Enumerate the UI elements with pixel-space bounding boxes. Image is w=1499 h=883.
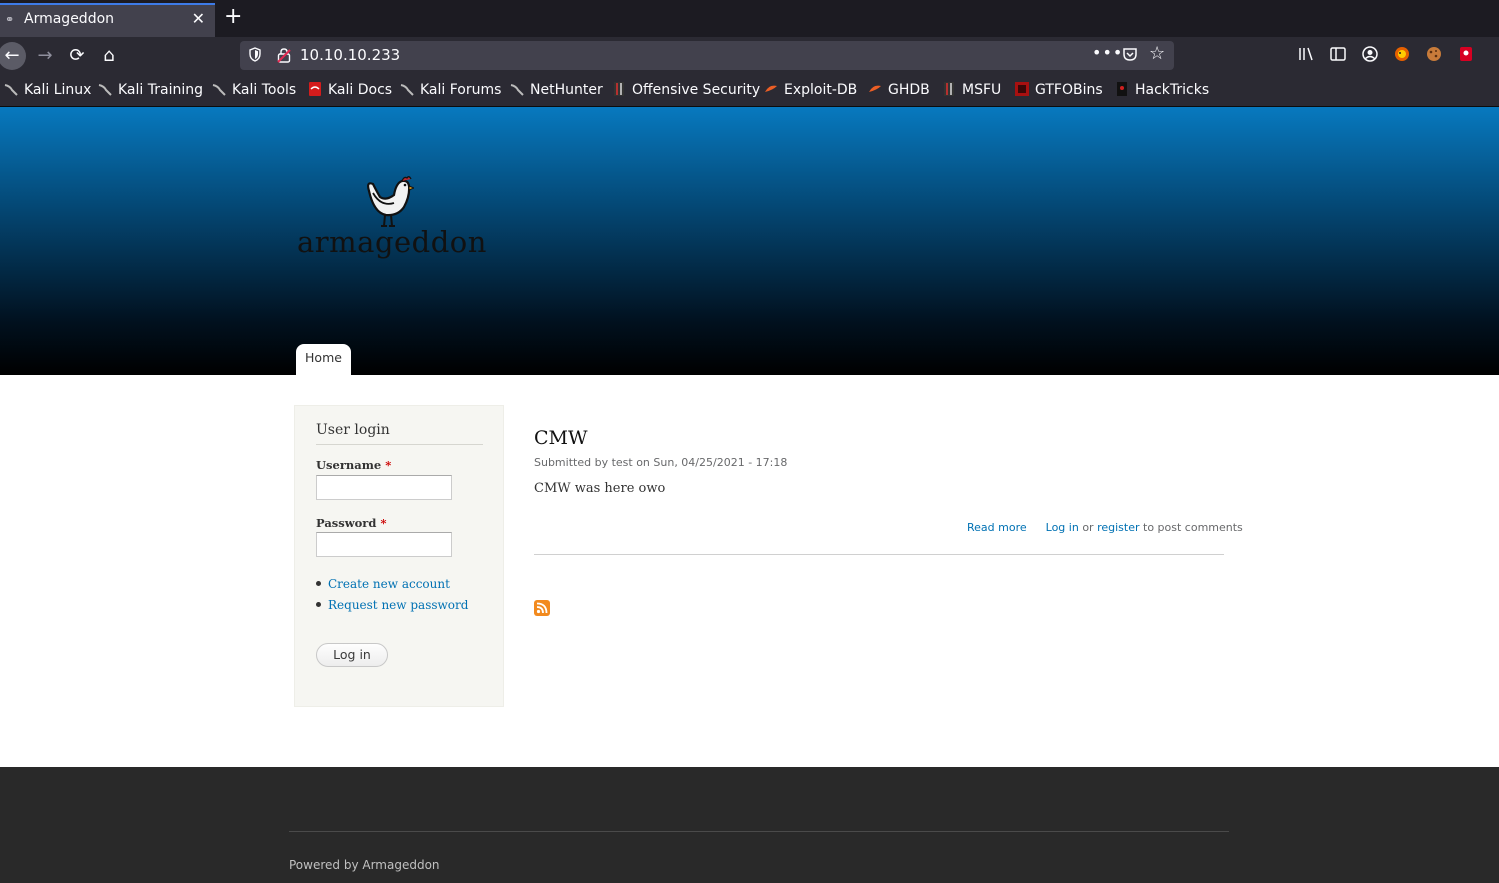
read-more-link[interactable]: Read more [967, 521, 1027, 534]
tab-title: Armageddon [24, 11, 115, 27]
tab-bar: ⚭ Armageddon ✕ + [0, 0, 1499, 37]
bullet [316, 602, 321, 607]
footer-divider [289, 831, 1229, 832]
back-icon[interactable]: ← [0, 42, 26, 70]
page-actions-icon[interactable]: ••• [1092, 43, 1123, 62]
request-password-link[interactable]: Request new password [316, 598, 468, 619]
site-logo[interactable]: armageddon [296, 175, 486, 275]
bookmark-offensive-security[interactable]: Offensive Security [612, 82, 760, 100]
exploitdb-icon [765, 85, 777, 92]
required-marker: * [380, 516, 387, 530]
site-name[interactable]: armageddon [297, 225, 487, 259]
exploitdb-icon [869, 85, 881, 92]
kali-dragon-icon [400, 84, 414, 96]
kali-dragon-icon [98, 84, 112, 96]
url-text[interactable]: 10.10.10.233 [300, 46, 400, 64]
bullet [316, 581, 321, 586]
gtfobins-icon [1015, 82, 1029, 96]
user-login-block: User login Username * Password * Create … [294, 405, 504, 707]
bookmark-msfu[interactable]: MSFU [942, 82, 1001, 100]
bookmark-gtfobins[interactable]: GTFOBins [1015, 82, 1103, 100]
register-link[interactable]: register [1097, 521, 1139, 534]
login-links: Create new account Request new password [316, 577, 468, 619]
kali-docs-icon [309, 82, 321, 96]
cookie-extension-icon[interactable] [1425, 45, 1443, 63]
username-input[interactable] [316, 475, 452, 500]
login-link[interactable]: Log in [1046, 521, 1079, 534]
browser-tab[interactable]: ⚭ Armageddon ✕ [0, 3, 215, 37]
reload-icon[interactable]: ⟳ [63, 42, 91, 70]
url-bar[interactable]: 10.10.10.233 ••• ☆ [240, 41, 1174, 70]
article-links: Read more Log in or register to post com… [967, 521, 1243, 534]
pocket-icon[interactable] [1122, 47, 1138, 62]
hacktricks-icon [1117, 82, 1127, 96]
article-meta: Submitted by test on Sun, 04/25/2021 - 1… [534, 456, 788, 469]
library-icon[interactable] [1297, 45, 1315, 63]
password-label: Password * [316, 516, 387, 530]
article-title[interactable]: CMW [534, 427, 588, 449]
login-button[interactable]: Log in [316, 643, 388, 667]
bookmark-exploit-db[interactable]: Exploit-DB [764, 82, 857, 100]
or-text: or [1082, 521, 1094, 534]
insecure-lock-icon[interactable] [277, 47, 291, 63]
bookmark-nethunter[interactable]: NetHunter [510, 82, 603, 100]
chicken-logo-icon [367, 176, 414, 227]
powered-by-text: Powered by Armageddon [289, 858, 440, 872]
offsec-icon [614, 82, 624, 96]
create-account-link[interactable]: Create new account [316, 577, 468, 598]
bookmark-kali-forums[interactable]: Kali Forums [400, 82, 501, 100]
offsec-icon [944, 82, 954, 96]
username-label: Username * [316, 458, 392, 472]
bookmarks-toolbar: Kali Linux Kali Training Kali Tools Kali… [0, 74, 1499, 107]
extension-fox-icon[interactable] [1393, 45, 1411, 63]
article-divider [534, 554, 1224, 555]
account-icon[interactable] [1361, 45, 1379, 63]
rss-feed-icon[interactable] [534, 600, 550, 616]
notification-extension-icon[interactable] [1457, 45, 1475, 63]
bookmark-ghdb[interactable]: GHDB [868, 82, 930, 100]
login-block-title: User login [316, 422, 390, 438]
new-tab-icon[interactable]: + [224, 5, 242, 29]
forward-icon[interactable]: → [31, 42, 59, 70]
kali-dragon-icon [212, 84, 226, 96]
article-body: CMW was here owo [534, 481, 666, 496]
bookmark-kali-linux[interactable]: Kali Linux [4, 82, 91, 100]
close-tab-icon[interactable]: ✕ [192, 9, 205, 28]
bookmark-hacktricks[interactable]: HackTricks [1115, 82, 1209, 100]
required-marker: * [385, 458, 392, 472]
divider [316, 444, 483, 445]
site-header: armageddon Home [0, 107, 1499, 375]
bookmark-kali-tools[interactable]: Kali Tools [212, 82, 296, 100]
kali-dragon-icon [4, 84, 18, 96]
sidebar-toggle-icon[interactable] [1329, 45, 1347, 63]
bookmark-kali-docs[interactable]: Kali Docs [308, 82, 392, 100]
bookmark-kali-training[interactable]: Kali Training [98, 82, 203, 100]
post-comments-text: to post comments [1143, 521, 1243, 534]
kali-dragon-icon [510, 84, 524, 96]
shield-icon[interactable] [249, 47, 261, 62]
home-icon[interactable]: ⌂ [95, 42, 123, 70]
bookmark-star-icon[interactable]: ☆ [1149, 43, 1165, 64]
nav-home-tab[interactable]: Home [296, 344, 351, 375]
password-input[interactable] [316, 532, 452, 557]
drupal-icon: ⚭ [5, 13, 15, 26]
site-footer: Powered by Armageddon [0, 767, 1499, 883]
